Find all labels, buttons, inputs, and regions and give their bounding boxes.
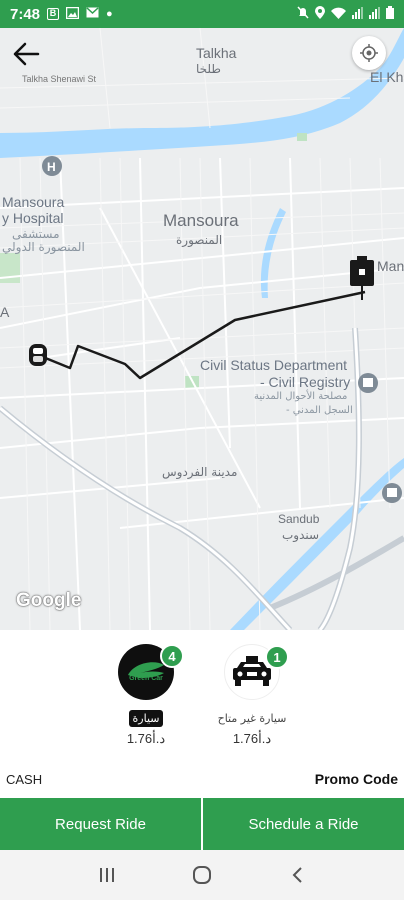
vehicle-name: سيارة غير متاح	[217, 712, 287, 725]
chevron-left-icon	[292, 867, 302, 883]
destination-marker-icon[interactable]	[348, 256, 376, 300]
map-label-road: Talkha Shenawi St	[22, 74, 97, 84]
vehicle-count-badge: 4	[160, 644, 184, 668]
vehicle-price: 1.76د.أ	[126, 731, 166, 746]
ride-options-panel: Green Car 4 سيارة 1.76د.أ 1 سيارة غير مت…	[0, 630, 404, 798]
map-label-sandub: Sandub	[278, 512, 320, 526]
canal	[260, 208, 286, 298]
svg-text:H: H	[47, 160, 56, 174]
park	[297, 133, 307, 141]
map-label-civil-ar1: مصلحة الأحوال المدنية	[254, 391, 348, 402]
map-label-mansoura-ar: المنصورة	[176, 233, 223, 247]
back-nav-button[interactable]	[277, 860, 317, 890]
map-label-hospital-ar1: مستشفى	[12, 227, 60, 241]
vehicle-price: 1.76د.أ	[232, 731, 272, 746]
image-icon	[65, 6, 80, 22]
home-icon	[192, 866, 211, 884]
signal-icon	[352, 6, 363, 22]
pickup-marker-icon[interactable]	[26, 340, 50, 370]
wifi-icon	[331, 7, 346, 22]
map-label-civil-1: Civil Status Department	[200, 357, 348, 373]
map-label-el-kh: El Kh	[370, 69, 404, 85]
vehicle-logo: Green Car 4	[118, 644, 184, 700]
mail-icon	[86, 7, 99, 21]
recent-apps-icon	[100, 868, 115, 882]
request-ride-button[interactable]: Request Ride	[0, 798, 201, 850]
signal-icon	[369, 6, 380, 22]
back-arrow-icon	[13, 42, 40, 66]
map-label-man: Man	[377, 258, 404, 274]
schedule-ride-button[interactable]: Schedule a Ride	[203, 798, 404, 850]
map-label-hospital-ar2: المنصورة الدولي	[2, 240, 85, 254]
map-label-ferdous: مدينة الفردوس	[162, 465, 238, 479]
promo-code-link[interactable]: Promo Code	[315, 771, 398, 787]
dot-icon: ●	[106, 7, 113, 20]
vehicle-option-taxi[interactable]: 1 سيارة غير متاح 1.76د.أ	[202, 644, 302, 747]
home-button[interactable]	[182, 860, 222, 890]
map-label-talkha: Talkha	[196, 45, 237, 61]
crosshair-icon	[360, 44, 378, 62]
vehicle-count-badge: 1	[265, 645, 289, 669]
map-label-sandub-ar: سندوب	[282, 528, 320, 542]
map-label-talkha-ar: طلخا	[196, 62, 221, 76]
map-label-hospital-1: Mansoura	[2, 194, 65, 210]
google-logo: Google	[16, 590, 82, 611]
map-label-mansoura: Mansoura	[163, 211, 239, 230]
map-view[interactable]: H Talkha طلخا El Kh Talkha Shenawi St Ma…	[0, 28, 404, 630]
my-location-button[interactable]	[352, 36, 386, 70]
map-label-civil-ar2: - السجل المدني	[286, 405, 353, 416]
status-time: 7:48	[10, 5, 41, 23]
status-bar: 7:48 B ●	[0, 0, 404, 28]
map-graphics: H	[0, 28, 404, 630]
b-icon: B	[47, 8, 60, 20]
map-label-hospital-2: y Hospital	[2, 210, 64, 226]
action-buttons: Request Ride Schedule a Ride	[0, 798, 404, 850]
system-nav-bar	[0, 850, 404, 900]
vehicle-option-green-car[interactable]: Green Car 4 سيارة 1.76د.أ	[96, 644, 196, 747]
canal-south	[230, 458, 404, 630]
ride-booking-screen: 7:48 B ● H Talkha طلخا El Kh Talkha Shen…	[0, 0, 404, 900]
vehicle-name: سيارة	[128, 710, 164, 727]
map-label-civil-2: - Civil Registry	[260, 374, 351, 390]
location-icon	[315, 6, 325, 22]
payment-method[interactable]: CASH	[6, 772, 42, 787]
map-label-a: A	[0, 304, 10, 320]
vehicle-logo: 1	[224, 644, 289, 700]
green-car-logo-text: Green Car	[129, 675, 163, 682]
mute-icon	[297, 6, 309, 22]
recent-apps-button[interactable]	[87, 860, 127, 890]
back-button[interactable]	[8, 36, 44, 72]
battery-icon	[386, 6, 394, 22]
